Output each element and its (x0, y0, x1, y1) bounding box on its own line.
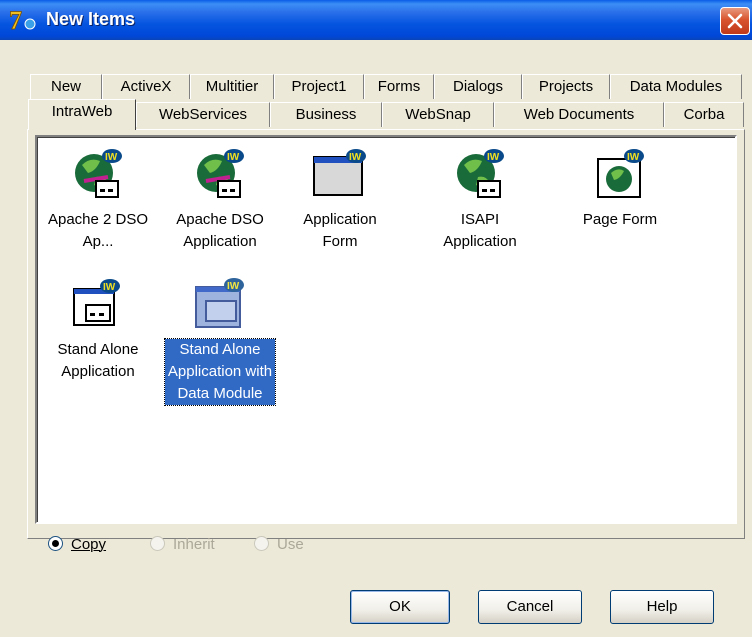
item-apache-dso[interactable]: IW Apache DSO Application (165, 147, 275, 253)
items-list[interactable]: IW Apache 2 DSO Ap... IW Apache DSO Appl… (35, 135, 737, 524)
item-label: Stand Alone Application with Data Module (164, 338, 276, 406)
copy-label: Copy (71, 536, 107, 553)
tab-activex[interactable]: ActiveX (102, 74, 190, 99)
tab-new[interactable]: New (30, 74, 102, 99)
globe-page-icon: IW (597, 149, 644, 198)
item-stand-alone-application[interactable]: IW Stand Alone Application (43, 277, 153, 383)
item-page-form[interactable]: IW Page Form (565, 147, 675, 231)
inherit-label: Inherit (173, 536, 215, 553)
radio-dot (48, 536, 63, 551)
item-label: Apache DSO Application (176, 211, 264, 250)
radio-dot (150, 536, 165, 551)
new-items-dialog: 7 New Items New ActiveX Multitier Projec… (0, 0, 752, 637)
item-label: Application Form (303, 211, 377, 250)
tab-websnap[interactable]: WebSnap (382, 102, 494, 127)
close-button[interactable] (720, 7, 750, 35)
tab-corba[interactable]: Corba (664, 102, 744, 127)
svg-text:IW: IW (227, 281, 240, 292)
window-title: New Items (46, 9, 136, 29)
tab-forms[interactable]: Forms (364, 74, 434, 99)
svg-text:IW: IW (103, 282, 116, 293)
item-apache2-dso[interactable]: IW Apache 2 DSO Ap... (43, 147, 153, 253)
tab-webservices[interactable]: WebServices (136, 102, 270, 127)
svg-text:IW: IW (349, 152, 362, 163)
svg-text:IW: IW (487, 152, 500, 163)
tab-intraweb[interactable]: IntraWeb (28, 99, 136, 130)
item-stand-alone-datamodule[interactable]: IW Stand Alone Application with Data Mod… (164, 277, 276, 406)
tab-web-documents[interactable]: Web Documents (494, 102, 664, 127)
ok-button[interactable]: OK (350, 590, 450, 624)
close-icon (727, 13, 743, 29)
tab-project1[interactable]: Project1 (274, 74, 364, 99)
form-icon: IW (313, 149, 366, 196)
radio-dot (254, 536, 269, 551)
tab-data-modules[interactable]: Data Modules (610, 74, 742, 99)
tab-dialogs[interactable]: Dialogs (434, 74, 522, 99)
globe-app-icon: IW (457, 149, 504, 198)
svg-text:IW: IW (627, 152, 640, 163)
copy-radio[interactable]: Copy (48, 534, 106, 556)
delphi-7-icon: 7 (9, 6, 36, 34)
item-label: Page Form (582, 211, 658, 228)
window-app-icon: IW (73, 279, 120, 326)
globe-app-icon: IW (197, 149, 244, 198)
item-application-form[interactable]: IW Application Form (285, 147, 395, 253)
item-label: Stand Alone Application (57, 341, 139, 380)
tab-panel: IW Apache 2 DSO Ap... IW Apache DSO Appl… (27, 129, 745, 539)
use-radio[interactable]: Use (254, 534, 304, 556)
item-label: ISAPI Application (443, 211, 517, 250)
item-isapi-application[interactable]: IW ISAPI Application (425, 147, 535, 253)
tab-projects[interactable]: Projects (522, 74, 610, 99)
svg-text:IW: IW (105, 152, 118, 163)
inherit-radio[interactable]: Inherit (150, 534, 215, 556)
globe-app-icon: IW (75, 149, 122, 198)
svg-text:IW: IW (227, 152, 240, 163)
cancel-button[interactable]: Cancel (478, 590, 582, 624)
title-bar[interactable]: 7 New Items (0, 0, 752, 40)
tab-multitier[interactable]: Multitier (190, 74, 274, 99)
window-datamodule-icon: IW (195, 278, 244, 328)
svg-text:7: 7 (9, 6, 22, 34)
tab-business[interactable]: Business (270, 102, 382, 127)
item-label: Apache 2 DSO Ap... (47, 211, 149, 250)
use-label: Use (277, 536, 304, 553)
help-button[interactable]: Help (610, 590, 714, 624)
